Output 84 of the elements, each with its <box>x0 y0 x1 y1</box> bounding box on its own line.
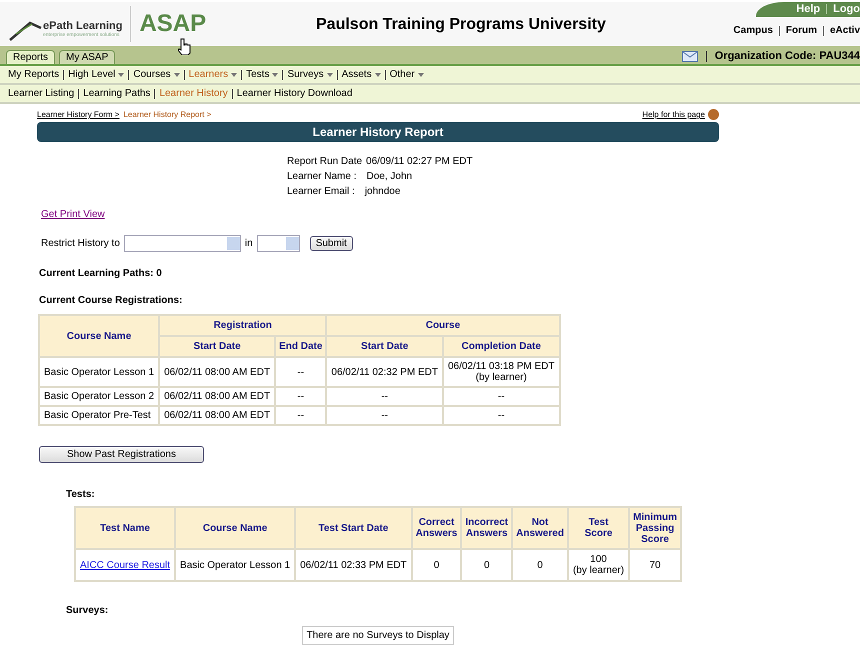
info-value: Doe, John <box>366 171 412 184</box>
menu-item[interactable]: Surveys <box>287 69 333 80</box>
column-header: Minimum Passing Score <box>629 507 681 549</box>
report-title-bar: Learner History Report <box>37 122 719 142</box>
table-cell: -- <box>326 387 443 406</box>
column-header: Test Name <box>75 507 176 549</box>
tab[interactable]: My ASAP <box>59 50 116 64</box>
column-header: Not Answered <box>512 507 568 549</box>
swoosh-logo-icon <box>8 20 42 42</box>
table-cell: -- <box>275 406 326 425</box>
column-header: Test Start Date <box>295 507 412 549</box>
menu-item[interactable]: Learners <box>188 69 238 80</box>
table-cell: 0 <box>512 549 568 581</box>
column-header: End Date <box>275 336 326 357</box>
menu-item[interactable]: Assets <box>342 69 381 80</box>
info-label: Learner Name : <box>287 171 356 184</box>
show-past-registrations-button[interactable]: Show Past Registrations <box>39 446 204 463</box>
table-cell: 06/02/11 02:32 PM EDT <box>326 357 443 387</box>
info-value: 06/09/11 02:27 PM EDT <box>366 156 473 169</box>
table-cell: Basic Operator Lesson 2 <box>39 387 160 406</box>
submenu-item[interactable]: Learner History Download <box>236 88 352 99</box>
menu-item[interactable]: Courses <box>133 69 180 80</box>
table-cell: -- <box>275 357 326 387</box>
learning-paths-count: Current Learning Paths: 0 <box>39 268 163 279</box>
header-link[interactable]: eActiv <box>830 25 860 36</box>
table-cell: 0 <box>412 549 462 581</box>
menu-item[interactable]: Tests <box>246 69 278 80</box>
table-cell: Basic Operator Pre-Test <box>39 406 160 425</box>
mail-icon[interactable] <box>682 50 698 62</box>
table-cell: -- <box>442 406 560 425</box>
menu-item[interactable]: High Level <box>68 69 124 80</box>
help-link[interactable]: Help for this page <box>642 110 705 119</box>
table-cell: 06/02/11 08:00 AM EDT <box>159 406 276 425</box>
info-label: Report Run Date <box>287 156 362 169</box>
table-cell: Basic Operator Lesson 1 <box>175 549 296 581</box>
column-header: Start Date <box>159 336 276 357</box>
table-cell: 06/02/11 02:33 PM EDT <box>295 549 412 581</box>
dropdown[interactable] <box>124 235 241 252</box>
table-cell: 0 <box>461 549 512 581</box>
print-view-link[interactable]: Get Print View <box>41 209 105 220</box>
header-link[interactable]: Help <box>796 3 820 15</box>
column-header: Completion Date <box>442 336 560 357</box>
column-header: Test Score <box>568 507 630 549</box>
column-header: Course Name <box>39 315 160 357</box>
organization-code: Organization Code: PAU344 <box>714 50 860 62</box>
in-label: in <box>244 238 253 249</box>
restrict-label: Restrict History to <box>41 238 120 249</box>
empty-message: There are no Surveys to Display <box>302 626 454 645</box>
tab[interactable]: Reports <box>6 50 56 64</box>
table-cell: 70 <box>629 549 681 581</box>
site-title: Paulson Training Programs University <box>316 16 606 34</box>
breadcrumb-item: Learner History Report > <box>123 110 212 119</box>
table-cell: 06/02/11 08:00 AM EDT <box>159 357 276 387</box>
table-cell: -- <box>442 387 560 406</box>
menu-item[interactable]: My Reports <box>8 69 60 80</box>
table-cell: Basic Operator Lesson 1 <box>39 357 160 387</box>
column-header: Registration <box>159 315 326 336</box>
submenu-item[interactable]: Learner Listing <box>8 88 74 99</box>
section-heading: Tests: <box>66 489 96 500</box>
table-cell: 06/02/11 03:18 PM EDT (by learner) <box>442 357 560 387</box>
info-label: Learner Email : <box>287 186 355 199</box>
column-header: Course Name <box>175 507 296 549</box>
table-cell: -- <box>326 406 443 425</box>
header-link[interactable]: Campus <box>733 25 773 36</box>
menu-item[interactable]: Other <box>390 69 424 80</box>
header-link[interactable]: Logo <box>833 3 860 15</box>
submenu-item[interactable]: Learning Paths <box>83 88 150 99</box>
breadcrumb-item[interactable]: Learner History Form > <box>37 110 120 119</box>
table-cell: -- <box>275 387 326 406</box>
submenu-item[interactable]: Learner History <box>159 88 228 99</box>
column-header: Course <box>326 315 560 336</box>
table-cell: 100 (by learner) <box>568 549 630 581</box>
header-link[interactable]: Forum <box>786 25 817 36</box>
dropdown[interactable] <box>256 235 300 252</box>
section-heading: Current Course Registrations: <box>39 295 184 306</box>
section-heading: Surveys: <box>66 605 110 616</box>
column-header: Incorrect Answers <box>461 507 512 549</box>
info-value: johndoe <box>364 186 400 199</box>
table-cell: 06/02/11 08:00 AM EDT <box>159 387 276 406</box>
submit-button[interactable]: Submit <box>310 236 353 251</box>
column-header: Correct Answers <box>412 507 462 549</box>
product-name: ASAP <box>139 10 206 38</box>
brand-logo-text: ePath Learning <box>43 20 122 32</box>
column-header: Start Date <box>326 336 443 357</box>
